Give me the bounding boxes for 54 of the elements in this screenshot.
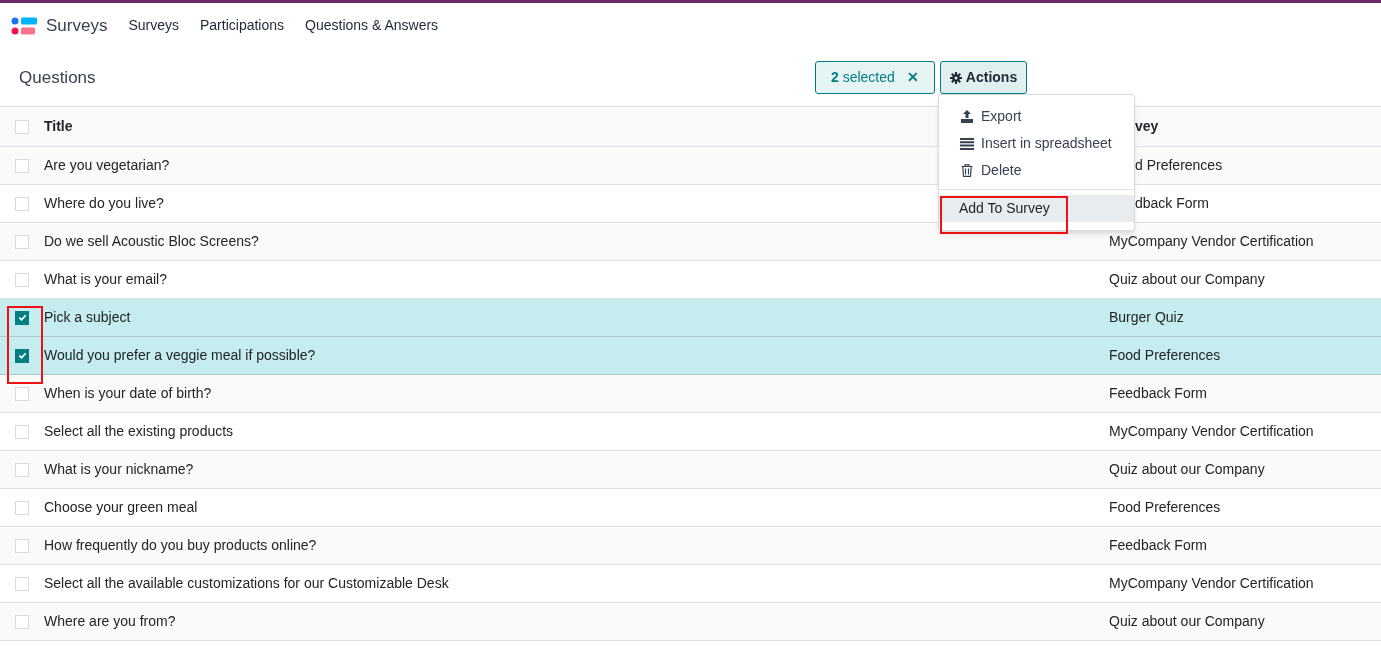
table-cell: Pick a subject [44, 309, 131, 325]
table-cell: Are you vegetarian? [44, 157, 170, 173]
table-cell-text: MyCompany Vendor Certification [1109, 232, 1314, 251]
table-cell-text: Feedback Form [1109, 536, 1208, 555]
table-cell-text: Quiz about our Company [1109, 460, 1265, 479]
table-cell-text: MyCompany Vendor Certification [1109, 574, 1314, 593]
table-cell: Would you prefer a veggie meal if possible? [44, 347, 316, 363]
table-row[interactable]: How frequently do you buy products online? Feedback Form [0, 527, 1381, 565]
table-cell: How frequently do you buy products online? [44, 537, 317, 553]
row-checkbox[interactable] [15, 348, 29, 363]
table-cell-text: Food Preferences [1109, 498, 1221, 517]
table-row[interactable]: Where are you from? Quiz about our Company [0, 603, 1381, 641]
table-row[interactable]: Do we sell Acoustic Bloc Screens? MyCompany Vendor Certification [0, 223, 1381, 261]
list-icon [960, 137, 974, 150]
trash-icon [961, 164, 973, 177]
table-cell-text: Food Preferences [1109, 346, 1221, 365]
table-cell: Choose your green meal [44, 499, 198, 515]
table-cell: Where do you live? [44, 195, 164, 211]
dropdown-item[interactable]: Delete [939, 157, 1134, 184]
table-cell-text: Burger Quiz [1109, 308, 1184, 327]
table-cell-text: d Preferences [1135, 156, 1223, 175]
menu-item[interactable]: Questions & Answers [305, 15, 439, 36]
app-name[interactable]: Surveys [46, 12, 108, 39]
page-title: Questions [19, 66, 97, 89]
table-row[interactable]: Pick a subject Burger Quiz [0, 299, 1381, 337]
dropdown-item[interactable]: Export [939, 103, 1134, 130]
table-cell: What is your nickname? [44, 461, 194, 477]
dropdown-item[interactable]: Add To Survey [939, 195, 1134, 222]
table-cell-text: Quiz about our Company [1109, 612, 1265, 631]
table-cell: Where are you from? [44, 613, 176, 629]
table-cell: Select all the existing products [44, 423, 234, 439]
table-row[interactable]: What is your nickname? Quiz about our Company [0, 451, 1381, 489]
upload-icon [960, 110, 974, 123]
column-header[interactable]: Title [44, 118, 73, 134]
clear-selection-button[interactable]: ✕ [906, 67, 919, 88]
table-cell-text: Quiz about our Company [1109, 270, 1265, 289]
actions-button[interactable]: Actions [939, 61, 1028, 94]
table-cell-text: dback Form [1135, 194, 1209, 213]
selection-count: 2 selected [831, 68, 895, 87]
table-cell: Do we sell Acoustic Bloc Screens? [44, 233, 259, 249]
row-checkbox[interactable] [15, 310, 29, 325]
table-row[interactable]: Would you prefer a veggie meal if possible? Food Preferences [0, 337, 1381, 375]
menu-item[interactable]: Surveys [128, 15, 179, 36]
table-cell: When is your date of birth? [44, 385, 212, 401]
table-row[interactable]: When is your date of birth? Feedback Form [0, 375, 1381, 413]
table-cell-text: MyCompany Vendor Certification [1109, 422, 1314, 441]
selection-indicator[interactable]: 2 selected ✕ [815, 61, 935, 94]
column-header[interactable]: vey [1135, 116, 1159, 137]
table-cell: Select all the available customizations for our Customizable Desk [44, 575, 449, 591]
gear-icon [949, 71, 962, 84]
menu-item[interactable]: Participations [200, 15, 285, 36]
app-logo-icon[interactable] [11, 16, 37, 35]
table-cell: What is your email? [44, 271, 167, 287]
table-cell-text: Feedback Form [1109, 384, 1208, 403]
